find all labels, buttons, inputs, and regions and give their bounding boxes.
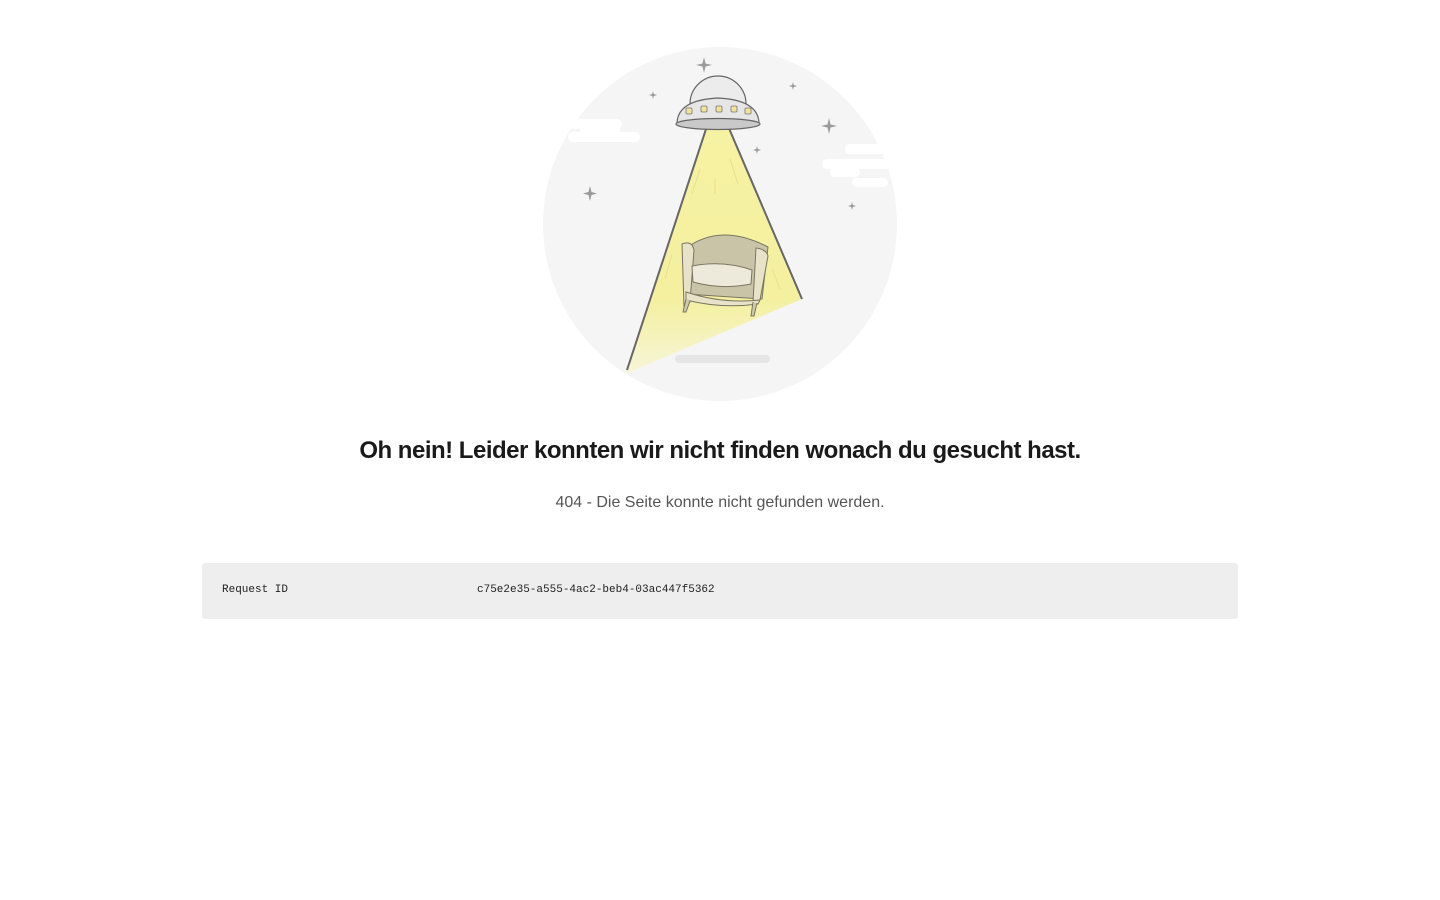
error-illustration xyxy=(543,47,897,401)
request-id-value: c75e2e35-a555-4ac2-beb4-03ac447f5362 xyxy=(477,584,715,596)
error-page: Oh nein! Leider konnten wir nicht finden… xyxy=(0,0,1440,900)
request-id-label: Request ID xyxy=(222,584,289,596)
ground-shadow xyxy=(675,355,770,363)
request-info-box: Request ID c75e2e35-a555-4ac2-beb4-03ac4… xyxy=(202,563,1238,619)
error-message: 404 - Die Seite konnte nicht gefunden we… xyxy=(555,494,885,511)
error-headline: Oh nein! Leider konnten wir nicht finden… xyxy=(359,437,1081,464)
